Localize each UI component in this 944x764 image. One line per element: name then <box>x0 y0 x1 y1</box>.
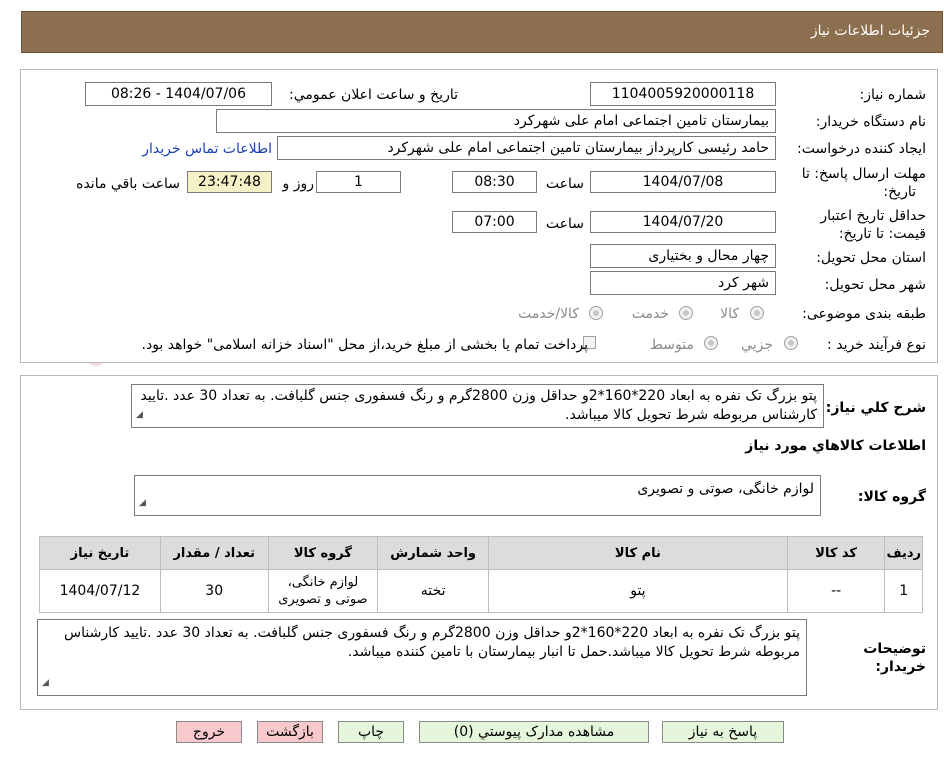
deadline-label-2: تاریخ: <box>883 184 916 200</box>
column-header-need-date: تاریخ نیاز <box>39 536 161 570</box>
validity-time-label: ساعت <box>545 216 584 232</box>
print-button[interactable]: چاپ <box>338 721 404 743</box>
page-header: جزئیات اطلاعات نیاز <box>21 11 943 53</box>
cell-row-number: 1 <box>884 569 923 613</box>
validity-label-2: قیمت: تا تاریخ: <box>838 226 926 242</box>
cell-need-date: 1404/07/12 <box>39 569 161 613</box>
buyer-notes-label: توضیحات <box>863 641 926 657</box>
resize-handle-icon[interactable]: ◢ <box>139 493 146 513</box>
description-text: پتو بزرگ تک نفره به ابعاد 220*160*2و حدا… <box>140 388 817 423</box>
page-title: جزئیات اطلاعات نیاز <box>810 23 930 39</box>
column-header-unit: واحد شمارش <box>377 536 490 570</box>
cell-code: -- <box>786 569 886 613</box>
buyer-notes-label-2: خریدار: <box>875 659 926 675</box>
province-label: استان محل تحویل: <box>816 250 926 266</box>
buyer-contact-link[interactable]: اطلاعات تماس خریدار <box>142 140 272 158</box>
creator-field[interactable]: حامد رئیسی کارپرداز بیمارستان تامین اجتم… <box>277 136 776 160</box>
table-header-row: رديف کد کالا نام کالا واحد شمارش گروه کا… <box>39 536 923 570</box>
need-number-label: شماره نیاز: <box>859 87 927 103</box>
goods-group-text: لوازم خانگی، صوتی و تصویری <box>637 481 814 497</box>
announce-label: تاریخ و ساعت اعلان عمومي: <box>289 87 458 103</box>
need-number-field[interactable]: 1104005920000118 <box>590 82 776 106</box>
column-header-quantity: تعداد / مقدار <box>159 536 269 570</box>
category-radio-both[interactable] <box>589 306 603 320</box>
category-option-both: کالا/خدمت <box>518 306 579 322</box>
city-label: شهر محل تحویل: <box>824 277 926 293</box>
process-option-medium: متوسط <box>650 337 694 353</box>
reply-button[interactable]: پاسخ به نیاز <box>662 721 784 743</box>
buyer-org-label: نام دستگاه خریدار: <box>815 114 926 130</box>
validity-time-field[interactable]: 07:00 <box>452 211 537 233</box>
description-textarea[interactable]: پتو بزرگ تک نفره به ابعاد 220*160*2و حدا… <box>131 384 824 428</box>
column-header-row-number: رديف <box>884 536 923 570</box>
exit-button[interactable]: خروج <box>176 721 242 743</box>
remaining-time-field: 23:47:48 <box>187 171 272 193</box>
cell-unit: تخته <box>377 569 490 613</box>
category-label: طبقه بندی موضوعی: <box>802 306 926 322</box>
goods-group-textarea[interactable]: لوازم خانگی، صوتی و تصویری ◢ <box>134 475 821 516</box>
cell-quantity: 30 <box>159 569 269 613</box>
goods-group-label: گروه کالا: <box>857 489 926 505</box>
buyer-notes-text: پتو بزرگ تک نفره به ابعاد 220*160*2و حدا… <box>64 625 800 660</box>
deadline-time-label: ساعت <box>545 176 584 192</box>
column-header-name: نام کالا <box>488 536 788 570</box>
process-note: پرداخت تمام یا بخشی از مبلغ خرید،از محل … <box>141 337 588 353</box>
city-field[interactable]: شهر کرد <box>590 271 776 295</box>
category-option-goods: کالا <box>720 306 739 322</box>
days-remaining-field: 1 <box>316 171 401 193</box>
province-field[interactable]: چهار محال و بختیاری <box>590 244 776 268</box>
cell-group: لوازم خانگی، صوتی و تصویری <box>267 569 379 613</box>
process-radio-medium[interactable] <box>704 336 718 350</box>
resize-handle-icon[interactable]: ◢ <box>136 406 143 425</box>
view-attachments-button[interactable]: مشاهده مدارک پیوستي (0) <box>419 721 649 743</box>
process-radio-minor[interactable] <box>784 336 798 350</box>
validity-label: حداقل تاریخ اعتبار <box>820 208 926 224</box>
category-radio-goods[interactable] <box>750 306 764 320</box>
days-label: روز و <box>282 176 315 192</box>
category-option-service: خدمت <box>631 306 669 322</box>
buyer-org-field[interactable]: بیمارستان تامین اجتماعی امام علی شهرکرد <box>216 109 776 133</box>
validity-date-field[interactable]: 1404/07/20 <box>590 211 776 233</box>
buyer-notes-textarea[interactable]: پتو بزرگ تک نفره به ابعاد 220*160*2و حدا… <box>37 619 807 696</box>
announce-field[interactable]: 1404/07/06 - 08:26 <box>85 82 272 106</box>
description-label: شرح كلي نياز: <box>825 400 926 416</box>
remaining-time-label: ساعت باقي مانده <box>76 176 180 192</box>
deadline-date-field[interactable]: 1404/07/08 <box>590 171 776 193</box>
back-button[interactable]: بازگشت <box>257 721 323 743</box>
category-radio-service[interactable] <box>679 306 693 320</box>
column-header-code: کد کالا <box>786 536 886 570</box>
deadline-label: مهلت ارسال پاسخ: تا <box>801 166 926 182</box>
table-row: 1 -- پتو تخته لوازم خانگی، صوتی و تصویری… <box>39 569 923 613</box>
cell-name: پتو <box>488 569 788 613</box>
process-label: نوع فرآیند خرید : <box>827 337 926 353</box>
resize-handle-icon[interactable]: ◢ <box>42 674 49 693</box>
goods-table: رديف کد کالا نام کالا واحد شمارش گروه کا… <box>39 536 923 613</box>
goods-section-title: اطلاعات كالاهاي مورد نياز <box>745 438 926 454</box>
process-option-minor: جزیي <box>741 337 773 353</box>
deadline-time-field[interactable]: 08:30 <box>452 171 537 193</box>
column-header-group: گروه کالا <box>267 536 379 570</box>
creator-label: ایجاد کننده درخواست: <box>797 141 926 157</box>
